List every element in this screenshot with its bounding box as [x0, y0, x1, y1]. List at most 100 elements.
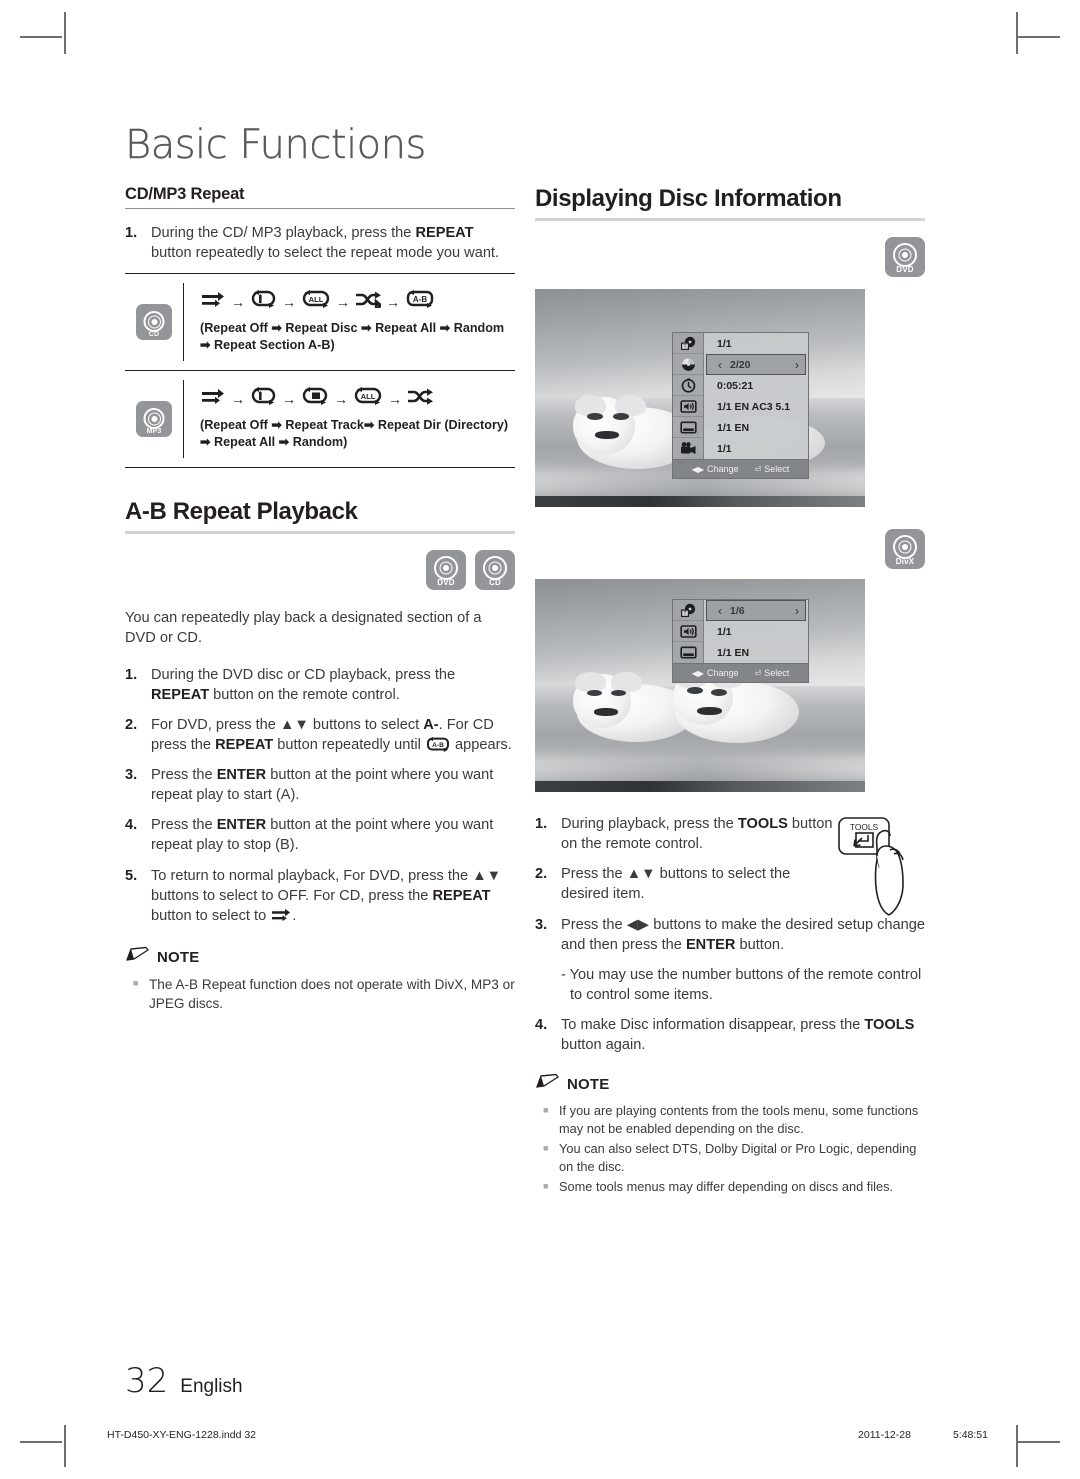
note-bullet-icon: ■: [543, 1180, 549, 1191]
tools-step-4: 4. To make Disc information disappear, p…: [535, 1015, 925, 1055]
disc-ring-icon: [893, 535, 917, 559]
pencil-icon: [535, 1073, 561, 1095]
repeat-off-icon: [270, 906, 292, 926]
osd-select-label: Select: [764, 464, 790, 474]
random-icon: [407, 388, 433, 410]
dvd-disc-info-screenshot: T 1/1 ‹ 2/20 › 0:05:21 1/1 EN AC3 5.1 1/…: [535, 289, 865, 507]
repeat-row-mp3: MP3 → → → ALL → (Repeat Off ➡ Repeat Tra…: [125, 370, 515, 467]
audio-icon: [673, 396, 703, 417]
note-item: ■ The A-B Repeat function does not opera…: [125, 975, 515, 1013]
crop-mark-top-right-v: [1016, 12, 1018, 54]
puppy-ear: [575, 672, 606, 692]
repeat-off-icon: [200, 291, 226, 313]
cd-mp3-step-1: 1. During the CD/ MP3 playback, press th…: [125, 223, 515, 263]
osd-row-audio[interactable]: 1/1: [704, 621, 808, 642]
step-text-part: button again.: [561, 1037, 646, 1054]
ab-step-1: 1. During the DVD disc or CD playback, p…: [125, 665, 515, 705]
disc-type-cell: MP3: [125, 380, 183, 458]
step-text-part: To make Disc information disappear, pres…: [561, 1017, 865, 1033]
chevron-right-icon[interactable]: ›: [795, 358, 799, 372]
puppy-ear: [611, 672, 642, 692]
osd-row-chapter[interactable]: ‹ 2/20 ›: [706, 354, 806, 375]
disc-type-cell: CD: [125, 283, 183, 361]
step-number: 4.: [125, 817, 138, 834]
osd-change-hint: ◀▶ Change: [692, 668, 739, 678]
source-filename: HT-D450-XY-ENG-1228.indd 32: [107, 1429, 257, 1441]
crop-mark-bottom-right-v: [1016, 1425, 1018, 1467]
disc-badge-label: DVD: [437, 578, 455, 588]
osd-value: 1/6: [730, 604, 745, 617]
osd-select-hint: ⏎ Select: [755, 464, 790, 474]
puppy-photo-subject: [673, 667, 799, 743]
enter-keyword: ENTER: [216, 767, 267, 784]
step-text-part: Press the: [151, 767, 217, 784]
step-text-before: During the CD/ MP3 playback, press the: [151, 225, 416, 241]
osd-footer: ◀▶ Change ⏎ Select: [673, 459, 808, 478]
dvd-badge-row: DVD: [535, 237, 925, 277]
osd-row-title[interactable]: ‹ 1/6 ›: [706, 600, 806, 621]
cd-disc-badge: CD: [136, 304, 172, 341]
step-number: 3.: [535, 916, 548, 933]
supported-disc-badges: DVD CD: [125, 550, 515, 591]
repeat-keyword: REPEAT: [432, 887, 491, 904]
repeat-track-icon: [250, 387, 277, 410]
repeat-dir-icon: [301, 387, 329, 410]
step-text: During the DVD disc or CD playback, pres…: [151, 665, 515, 705]
osd-value: 1/1: [717, 625, 732, 638]
step-text-part: button on the remote control.: [209, 686, 400, 703]
ab-step-2: 2. For DVD, press the ▲▼ buttons to sele…: [125, 715, 515, 755]
disc-ring-icon: [483, 556, 507, 581]
svg-text:T: T: [683, 344, 686, 350]
osd-row-angle[interactable]: 1/1: [704, 438, 808, 459]
chevron-right-icon[interactable]: ›: [795, 604, 799, 618]
step-text: Press the ENTER button at the point wher…: [151, 815, 515, 855]
puppy-nose: [594, 708, 618, 716]
chapter-icon: [673, 354, 703, 375]
step-number: 2.: [535, 866, 548, 883]
sequence-arrow: →: [336, 293, 350, 310]
dvd-disc-badge: DVD: [885, 237, 925, 277]
note-text: Some tools menus may differ depending on…: [559, 1178, 894, 1194]
osd-body: T 1/1 ‹ 2/20 › 0:05:21 1/1 EN AC3 5.1 1/…: [673, 333, 808, 459]
puppy-eye: [711, 689, 728, 696]
osd-row-subtitle[interactable]: 1/1 EN: [704, 417, 808, 438]
page-number-block: 32 English: [125, 1361, 243, 1401]
note-header-right: NOTE: [535, 1073, 925, 1095]
osd-row-title[interactable]: 1/1: [704, 333, 808, 354]
enter-key-icon: ⏎: [754, 668, 762, 678]
step-number: 2.: [125, 716, 138, 733]
svg-text:A-B: A-B: [413, 295, 427, 304]
osd-row-audio[interactable]: 1/1 EN AC3 5.1: [704, 396, 808, 417]
disc-badge-label: DivX: [895, 557, 915, 566]
note-text: The A-B Repeat function does not operate…: [149, 977, 515, 1012]
crop-mark-top-left-h: [20, 36, 62, 38]
sequence-arrow: →: [231, 293, 245, 310]
dvd-disc-badge: DVD: [426, 550, 466, 591]
random-icon: [355, 291, 384, 313]
step-text-part: button to select to: [151, 907, 271, 924]
time-icon: [673, 375, 703, 396]
step-text-part: During playback, press the: [561, 816, 738, 832]
svg-text:A-B: A-B: [432, 742, 444, 749]
repeat-keyword: REPEAT: [151, 686, 210, 703]
sequence-arrow: →: [282, 390, 296, 407]
osd-row-time[interactable]: 0:05:21: [704, 375, 808, 396]
osd-value-column: ‹ 1/6 › 1/1 1/1 EN: [704, 600, 808, 663]
screenshot-foreground-bar: [535, 496, 865, 507]
step-number: 1.: [125, 225, 138, 241]
osd-value: 1/1 EN: [717, 421, 750, 434]
audio-icon: [673, 621, 703, 642]
step-text-part: appears.: [450, 736, 512, 753]
print-metadata: HT-D450-XY-ENG-1228.indd 32 2011-12-28 5…: [107, 1429, 988, 1441]
repeat-disc-icon: [250, 290, 277, 313]
osd-value: 2/20: [730, 358, 751, 371]
note-item: ■ You can also select DTS, Dolby Digital…: [535, 1140, 925, 1176]
angle-icon: [673, 438, 703, 459]
enter-key-icon: ⏎: [754, 464, 762, 474]
puppy-nose: [595, 431, 619, 440]
sequence-arrow: →: [282, 293, 296, 310]
subtitle-icon: [673, 642, 703, 663]
tools-keyword: TOOLS: [737, 816, 788, 832]
tools-sub-note: - You may use the number buttons of the …: [561, 966, 922, 1003]
osd-row-subtitle[interactable]: 1/1 EN: [704, 642, 808, 663]
